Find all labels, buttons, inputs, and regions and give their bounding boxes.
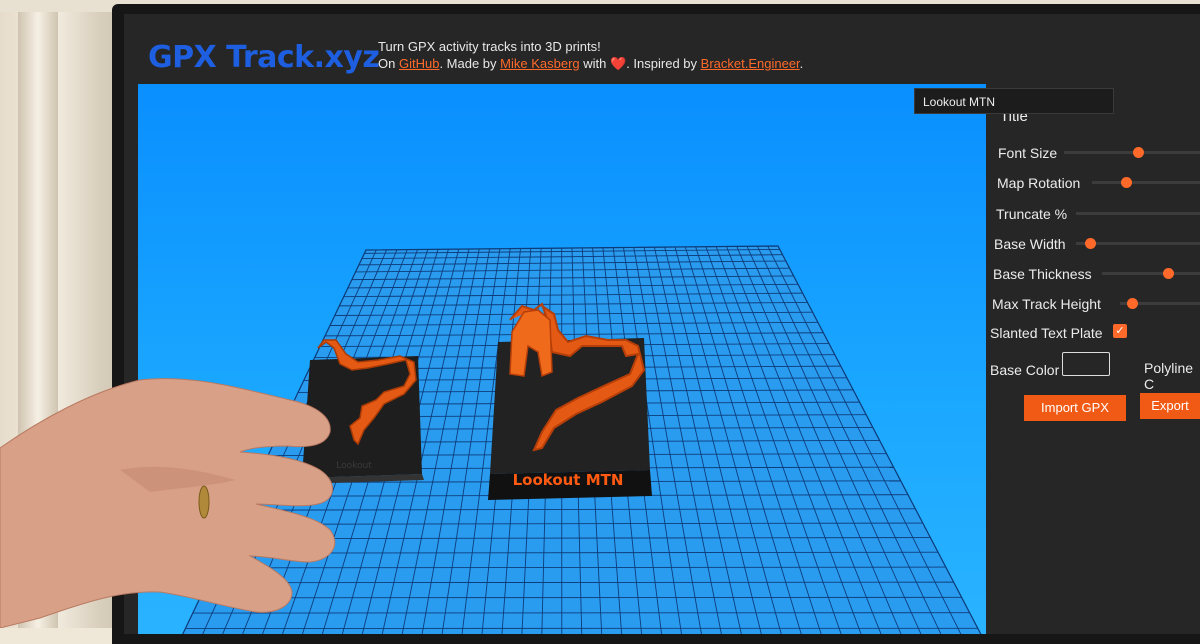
base-color-label: Base Color [990,362,1059,378]
base-color-picker[interactable] [1062,352,1110,376]
tagline-made-by: . Made by [439,56,496,71]
polyline-color-label: Polyline C [1144,360,1200,392]
slanted-text-plate-checkbox[interactable]: ✓ [1113,324,1127,338]
tagline-on: On [378,56,395,71]
export-button[interactable]: Export [1140,393,1200,419]
tagline-line1: Turn GPX activity tracks into 3D prints! [378,38,803,55]
held-print-label: Lookout [336,461,372,471]
grid-line-h [207,582,953,583]
map-rotation-label: Map Rotation [997,175,1080,191]
tagline-with: with [583,56,606,71]
base-width-label: Base Width [994,236,1066,252]
base-width-slider-thumb[interactable] [1085,238,1096,249]
truncate-slider[interactable] [1076,212,1200,215]
tagline-end: . [800,56,804,71]
font-size-slider-thumb[interactable] [1133,147,1144,158]
map-rotation-slider[interactable] [1092,181,1200,184]
author-link[interactable]: Mike Kasberg [500,56,579,71]
font-size-label: Font Size [998,145,1057,161]
tagline-line2: On GitHub. Made by Mike Kasberg with ❤️.… [378,55,803,72]
font-size-slider[interactable] [1064,151,1200,154]
title-input[interactable]: Lookout MTN [914,88,1114,114]
truncate-label: Truncate % [996,206,1067,222]
model-label: Lookout MTN [513,471,624,489]
github-link[interactable]: GitHub [399,56,439,71]
base-thickness-label: Base Thickness [993,266,1092,282]
door-trim [18,0,58,628]
3d-viewport[interactable]: Lookout MTN Lookout [138,84,986,634]
base-width-slider[interactable] [1076,242,1200,245]
max-track-height-label: Max Track Height [992,296,1101,312]
scene-svg: Lookout MTN Lookout [138,84,986,634]
base-thickness-slider[interactable] [1102,272,1200,275]
max-track-height-slider-thumb[interactable] [1127,298,1138,309]
base-thickness-slider-thumb[interactable] [1163,268,1174,279]
max-track-height-slider[interactable] [1120,302,1200,305]
import-gpx-button[interactable]: Import GPX [1024,395,1126,421]
slanted-text-plate-label: Slanted Text Plate [990,325,1103,341]
inspired-link[interactable]: Bracket.Engineer [701,56,800,71]
tagline: Turn GPX activity tracks into 3D prints!… [378,38,803,72]
app-logo[interactable]: GPX Track.xyz [148,40,379,75]
heart-icon: ❤️ [610,56,626,71]
tagline-inspired: . Inspired by [626,56,697,71]
